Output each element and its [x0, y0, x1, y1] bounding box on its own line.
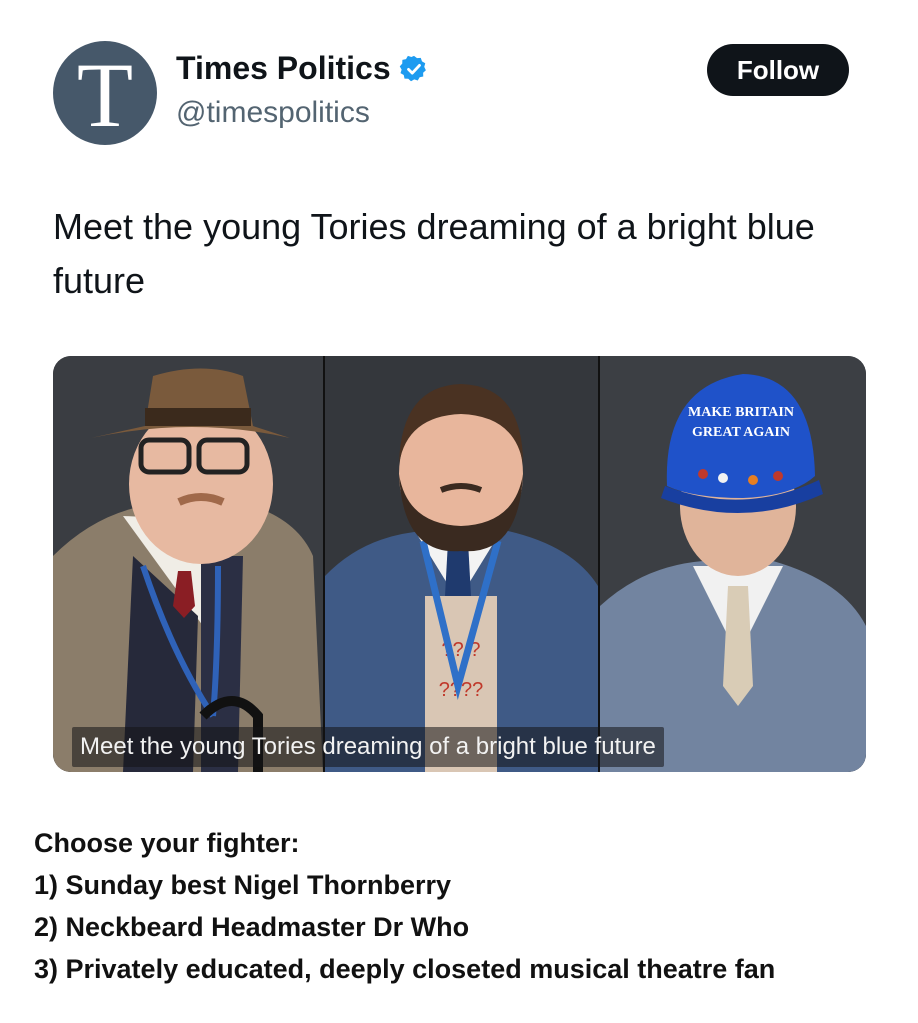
avatar-letter: T	[76, 44, 134, 145]
account-handle[interactable]: @timespolitics	[176, 96, 370, 130]
account-name-row: Times Politics	[176, 50, 429, 87]
tweet-text: Meet the young Tories dreaming of a brig…	[53, 206, 815, 301]
follow-button[interactable]: Follow	[707, 44, 849, 96]
account-avatar[interactable]: T	[53, 41, 157, 145]
verified-badge-icon	[399, 55, 426, 81]
comment-heading: Choose your fighter:	[34, 828, 300, 858]
hat-text-line-1: MAKE BRITAIN	[688, 405, 794, 420]
hat-text-line-2: GREAT AGAIN	[692, 425, 790, 440]
comment-item-2: 2) Neckbeard Headmaster Dr Who	[34, 912, 470, 942]
display-name[interactable]: Times Politics	[176, 50, 391, 87]
overlay-comment: Choose your fighter: 1) Sunday best Nige…	[34, 822, 904, 990]
tweet-media-image[interactable]: ?? ? ???? MAKE BRITAIN GREAT AGAIN	[53, 356, 866, 772]
comment-item-1: 1) Sunday best Nigel Thornberry	[34, 870, 452, 900]
media-caption: Meet the young Tories dreaming of a brig…	[72, 727, 664, 767]
comment-item-3: 3) Privately educated, deeply closeted m…	[34, 954, 776, 984]
